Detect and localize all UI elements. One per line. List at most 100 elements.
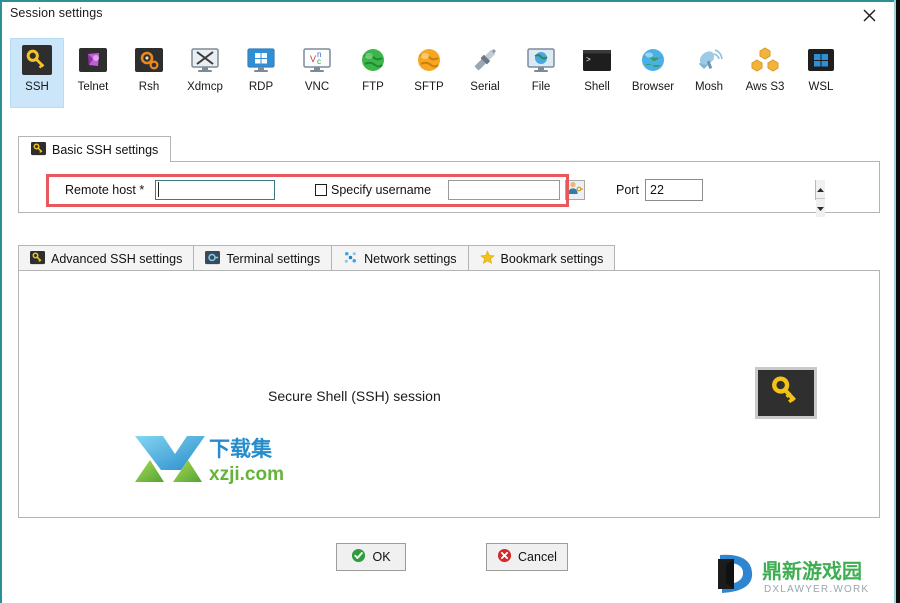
vnc-monitor-icon: V n c — [301, 44, 333, 76]
ok-button[interactable]: OK — [336, 543, 406, 571]
protocol-label: SSH — [25, 81, 49, 93]
windows-icon — [805, 44, 837, 76]
protocol-ftp[interactable]: FTP — [346, 38, 400, 108]
cancel-button[interactable]: Cancel — [486, 543, 568, 571]
port-label: Port — [616, 183, 639, 197]
ok-label: OK — [372, 550, 391, 564]
protocol-label: Browser — [631, 81, 675, 93]
title-bar: Session settings — [2, 2, 894, 28]
blue-globe-icon — [637, 44, 669, 76]
windows-monitor-icon — [245, 44, 277, 76]
user-key-button[interactable] — [565, 180, 585, 200]
close-button[interactable] — [856, 4, 882, 26]
port-spinner — [815, 180, 825, 217]
protocol-label: Rsh — [138, 81, 160, 93]
protocol-wsl[interactable]: WSL — [794, 38, 848, 108]
protocol-toolbar: SSH Telnet Rsh Xdmcp RDP V n c VNC FTP S… — [10, 38, 882, 110]
window-frame-edge — [896, 0, 900, 603]
tab-label: Bookmark settings — [500, 251, 604, 266]
close-icon — [862, 8, 877, 23]
green-globe-icon — [357, 44, 389, 76]
protocol-label: Xdmcp — [187, 81, 223, 93]
session-badge — [755, 367, 817, 419]
tab-label: Network settings — [364, 251, 457, 266]
tab-terminal-settings[interactable]: Terminal settings — [193, 245, 333, 271]
chevron-up-icon — [816, 180, 825, 198]
port-input[interactable] — [646, 180, 815, 200]
telnet-icon — [77, 44, 109, 76]
protocol-rdp[interactable]: RDP — [234, 38, 288, 108]
protocol-label: Mosh — [694, 81, 724, 93]
specify-username-label[interactable]: Specify username — [331, 183, 431, 197]
file-monitor-icon — [525, 44, 557, 76]
serial-plug-icon — [469, 44, 501, 76]
protocol-label: SFTP — [414, 81, 444, 93]
protocol-label: File — [531, 81, 551, 93]
svg-text:V: V — [310, 54, 316, 64]
protocol-telnet[interactable]: Telnet — [66, 38, 120, 108]
terminal-settings-icon — [205, 250, 221, 268]
protocol-label: RDP — [248, 81, 274, 93]
chevron-down-icon — [816, 199, 825, 217]
x-monitor-icon — [189, 44, 221, 76]
protocol-ssh[interactable]: SSH — [10, 38, 64, 108]
tab-basic-ssh-settings[interactable]: Basic SSH settings — [18, 136, 172, 162]
gears-icon — [133, 44, 165, 76]
protocol-file[interactable]: File — [514, 38, 568, 108]
protocol-xdmcp[interactable]: Xdmcp — [178, 38, 232, 108]
user-key-icon — [567, 180, 584, 201]
svg-text:DXLAWYER.WORK: DXLAWYER.WORK — [764, 584, 869, 595]
protocol-label: Serial — [470, 81, 500, 93]
remote-host-label: Remote host * — [65, 183, 145, 197]
tab-network-settings[interactable]: Network settings — [331, 245, 469, 271]
port-spin-up[interactable] — [816, 180, 825, 199]
watermark-dxlawyer: 鼎新游戏园 DXLAWYER.WORK — [712, 551, 884, 597]
protocol-label: VNC — [304, 81, 330, 93]
protocol-shell[interactable]: > Shell — [570, 38, 624, 108]
protocol-sftp[interactable]: SFTP — [402, 38, 456, 108]
cancel-label: Cancel — [518, 550, 557, 564]
session-caption: Secure Shell (SSH) session — [268, 388, 441, 404]
orange-globe-icon — [413, 44, 445, 76]
svg-text:c: c — [317, 57, 321, 66]
satellite-icon — [693, 44, 725, 76]
remote-host-input[interactable] — [155, 180, 275, 200]
specify-username-checkbox[interactable] — [315, 184, 327, 196]
protocol-label: FTP — [362, 81, 384, 93]
protocol-label: WSL — [808, 81, 834, 93]
port-spin-down[interactable] — [816, 199, 825, 217]
key-icon — [21, 44, 53, 76]
basic-settings-tabstrip: Basic SSH settings — [18, 136, 172, 162]
protocol-browser[interactable]: Browser — [626, 38, 680, 108]
protocol-label: Telnet — [77, 81, 109, 93]
network-nodes-icon — [343, 250, 358, 268]
tab-advanced-ssh-settings[interactable]: Advanced SSH settings — [18, 245, 195, 271]
key-icon — [30, 250, 45, 268]
svg-text:鼎新游戏园: 鼎新游戏园 — [762, 559, 862, 583]
session-settings-dialog: Session settings SSH Telnet Rsh Xdmcp RD… — [0, 0, 900, 603]
terminal-icon: > — [581, 44, 613, 76]
protocol-mosh[interactable]: Mosh — [682, 38, 736, 108]
protocol-rsh[interactable]: Rsh — [122, 38, 176, 108]
username-input[interactable] — [448, 180, 560, 200]
port-field — [645, 179, 825, 217]
text-cursor — [158, 182, 159, 197]
lower-tabstrip: Advanced SSH settings Terminal settings — [18, 245, 616, 271]
protocol-label: Shell — [584, 81, 610, 93]
session-preview-panel — [18, 270, 880, 518]
protocol-aws-s3[interactable]: Aws S3 — [738, 38, 792, 108]
key-icon — [766, 373, 806, 414]
protocol-serial[interactable]: Serial — [458, 38, 512, 108]
key-icon — [31, 141, 46, 159]
window-title: Session settings — [10, 6, 103, 20]
protocol-vnc[interactable]: V n c VNC — [290, 38, 344, 108]
tab-bookmark-settings[interactable]: Bookmark settings — [467, 245, 616, 271]
window-frame-left — [0, 0, 2, 603]
tab-label: Terminal settings — [226, 251, 321, 266]
tab-label: Basic SSH settings — [52, 142, 159, 157]
protocol-label: Aws S3 — [745, 81, 785, 93]
star-icon — [479, 249, 495, 268]
svg-text:>: > — [586, 56, 591, 65]
x-circle-icon — [497, 548, 512, 566]
check-circle-icon — [351, 548, 366, 566]
